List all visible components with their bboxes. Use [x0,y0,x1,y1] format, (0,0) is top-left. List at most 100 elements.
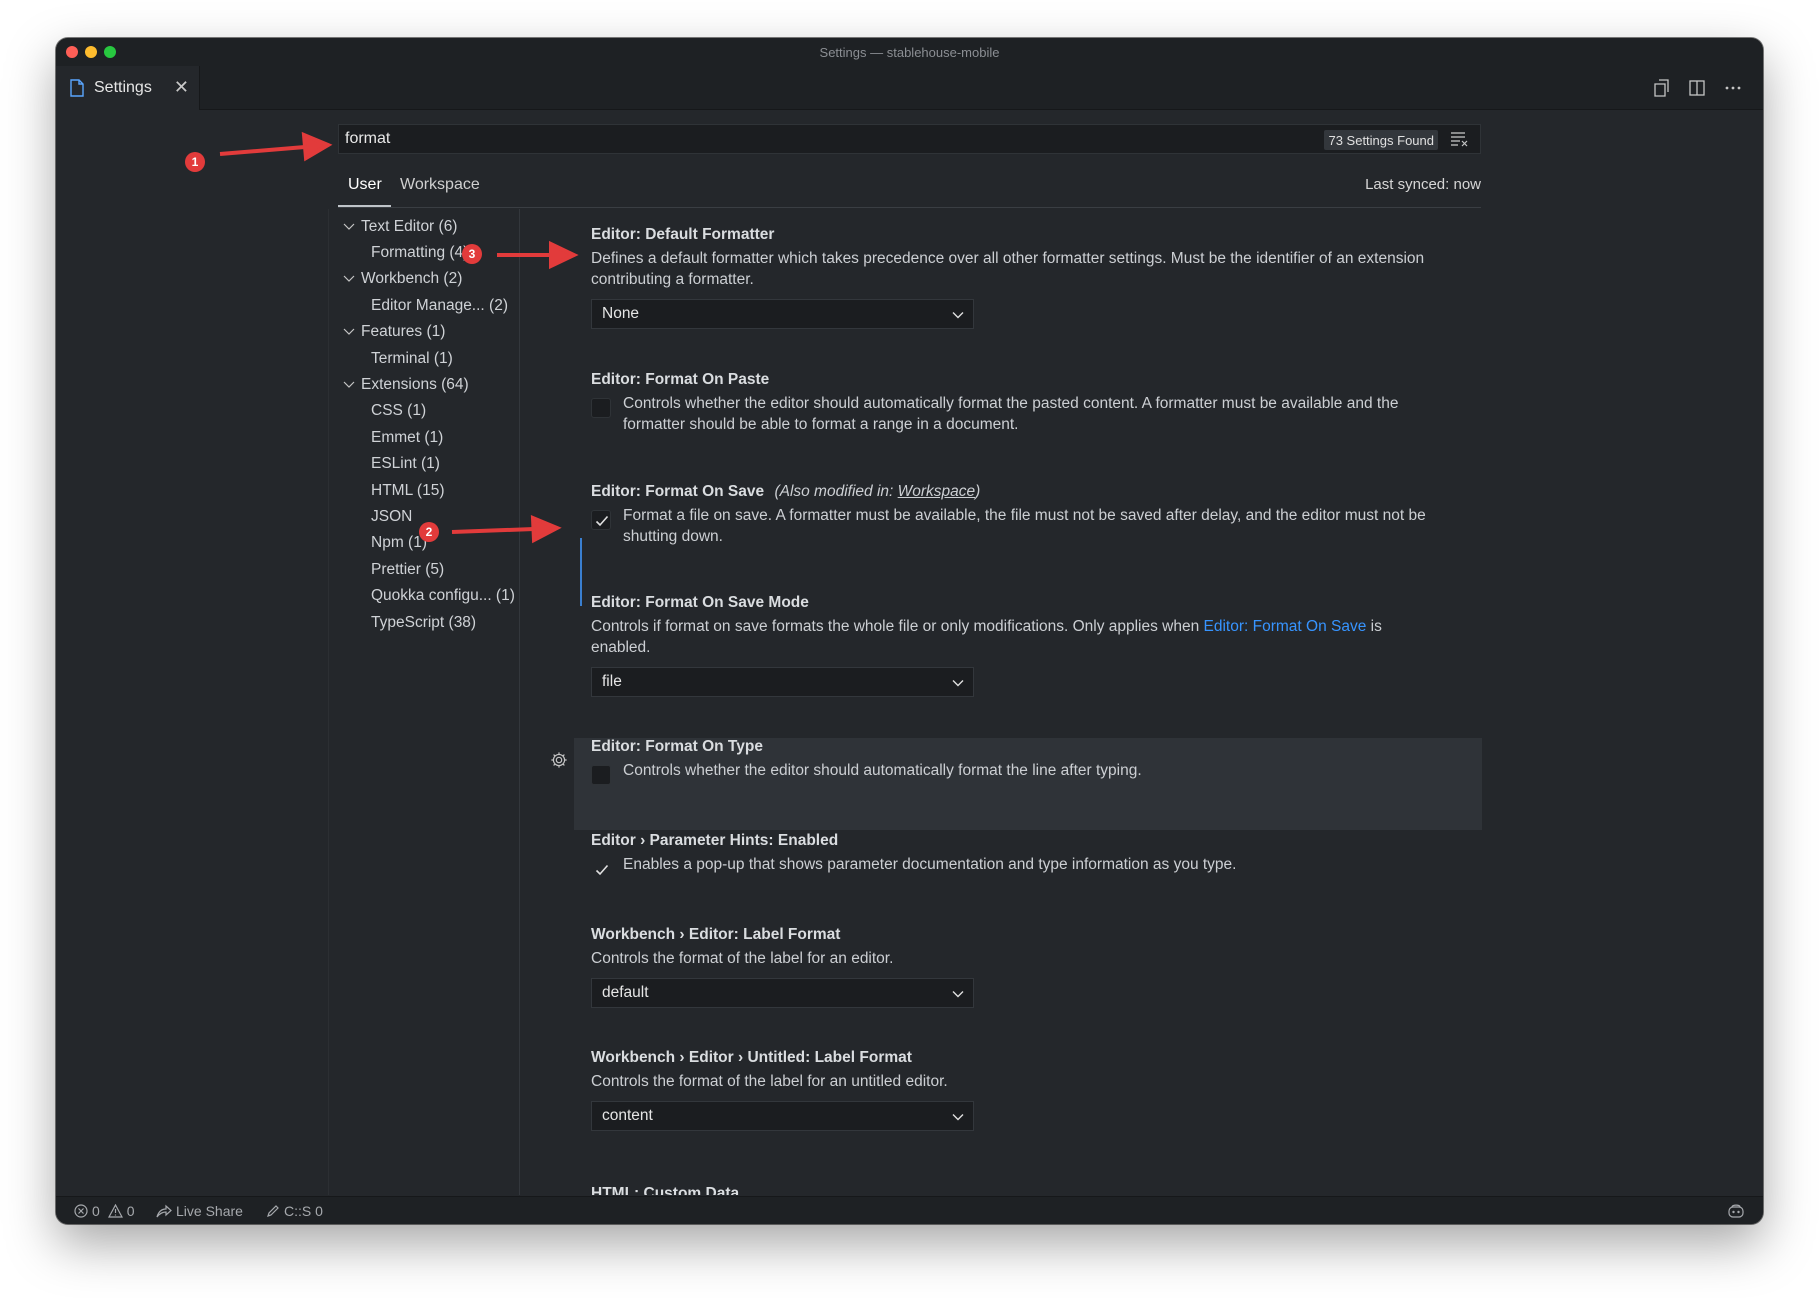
setting-format-on-save: Editor: Format On Save (Also modified in… [574,483,1482,547]
toc-item[interactable]: Extensions (64) [343,376,469,394]
toc-item[interactable]: JSON [371,508,412,526]
setting-description: Defines a default formatter which takes … [591,250,1425,288]
sync-status: Last synced: now [1365,176,1481,193]
chevron-down-icon [952,991,964,998]
toc-item[interactable]: Npm (1) [371,534,427,552]
chevron-down-icon [952,1114,964,1121]
toc-item[interactable]: Features (1) [343,323,445,341]
setting-title: Editor: Format On Save Mode [591,594,809,611]
gear-icon[interactable] [550,751,568,769]
setting-format-on-save-mode: Editor: Format On Save Mode Controls if … [574,594,1482,697]
window-title: Settings — stablehouse-mobile [819,44,1000,60]
annotation-badge-3: 3 [462,244,482,264]
setting-title: HTML: Custom Data [591,1185,740,1195]
tab-workspace[interactable]: Workspace [400,176,480,194]
toc-item[interactable]: CSS (1) [371,402,426,420]
format-on-save-link[interactable]: Editor: Format On Save [1204,618,1367,635]
live-share-icon [156,1204,172,1218]
workspace-link[interactable]: Workspace [898,483,976,500]
setting-title: Editor: Default Formatter [591,226,775,243]
setting-title: Editor: Format On Type [591,738,763,755]
toc-item[interactable]: Terminal (1) [371,350,453,368]
setting-label-format: Workbench › Editor: Label Format Control… [574,926,1482,1008]
open-settings-json-icon[interactable] [1651,78,1671,98]
settings-editor: 73 Settings Found User Workspace Last sy… [56,111,1763,1195]
parameter-hints-checkbox[interactable] [591,859,611,879]
chevron-down-icon [343,223,355,230]
active-tab-indicator [338,205,391,207]
tab-settings[interactable]: Settings ✕ [56,66,200,110]
annotation-badge-1: 1 [185,152,205,172]
close-window-button[interactable] [66,46,78,58]
toc-item[interactable]: ESLint (1) [371,455,440,473]
search-input[interactable] [339,125,1480,153]
zoom-window-button[interactable] [104,46,116,58]
label-format-select[interactable]: default [591,978,974,1008]
split-editor-icon[interactable] [1687,78,1707,98]
setting-description: Controls the format of the label for an … [591,950,894,967]
toc-item[interactable]: Prettier (5) [371,561,444,579]
annotation-badge-2: 2 [419,522,439,542]
format-on-paste-checkbox[interactable] [591,398,611,418]
window-controls [66,46,116,58]
setting-format-on-type: Editor: Format On Type Controls whether … [574,738,1482,785]
error-icon [74,1204,88,1218]
live-share-status[interactable]: Live Share [156,1203,243,1219]
more-actions-icon[interactable] [1723,78,1743,98]
check-icon [595,515,609,527]
setting-format-on-paste: Editor: Format On Paste Controls whether… [574,371,1482,435]
setting-description: Controls if format on save formats the w… [591,618,1382,656]
status-bar: 0 0 Live Share C::S 0 [56,1196,1763,1224]
setting-description: Controls whether the editor should autom… [623,395,1399,433]
problems-status[interactable]: 0 0 [74,1203,135,1219]
format-on-save-mode-select[interactable]: file [591,667,974,697]
minimize-window-button[interactable] [85,46,97,58]
setting-title: Editor: Format On Save (Also modified in… [591,483,981,500]
setting-description: Format a file on save. A formatter must … [623,507,1426,545]
setting-description: Controls whether the editor should autom… [623,762,1142,779]
setting-default-formatter: Editor: Default Formatter Defines a defa… [574,226,1482,329]
toc-item[interactable]: TypeScript (38) [371,614,476,632]
close-icon[interactable]: ✕ [174,78,189,96]
toc-item[interactable]: HTML (15) [371,482,445,500]
setting-title: Editor › Parameter Hints: Enabled [591,832,839,849]
default-formatter-select[interactable]: None [591,299,974,329]
toc-item[interactable]: Formatting (4) [371,244,468,262]
pencil-icon [267,1205,279,1217]
chevron-down-icon [952,680,964,687]
scope-tabs: User Workspace Last synced: now [338,166,1481,208]
warning-icon [107,1204,123,1218]
clear-filter-icon[interactable] [1450,131,1468,147]
setting-parameter-hints: Editor › Parameter Hints: Enabled Enable… [574,832,1482,876]
tab-user[interactable]: User [348,176,382,194]
setting-title: Workbench › Editor: Label Format [591,926,841,943]
tab-label: Settings [94,79,152,96]
chevron-down-icon [952,312,964,319]
toc-item[interactable]: Workbench (2) [343,270,462,288]
file-icon [70,79,84,97]
toc-item[interactable]: Quokka configu... (1) [371,587,515,605]
setting-title: Workbench › Editor › Untitled: Label For… [591,1049,912,1066]
title-bar: Settings — stablehouse-mobile [56,38,1763,66]
toc-item[interactable]: Editor Manage... (2) [371,297,508,315]
settings-list: Editor: Default Formatter Defines a defa… [574,209,1482,1195]
format-on-save-checkbox[interactable] [591,510,611,530]
setting-title: Editor: Format On Paste [591,371,770,388]
modified-note: (Also modified in: Workspace) [774,483,981,500]
setting-html-custom-data: HTML: Custom Data [574,1185,1482,1195]
copilot-icon[interactable] [1727,1203,1745,1219]
settings-toc: Text Editor (6) Formatting (4) Workbench… [328,209,520,1195]
setting-description: Enables a pop-up that shows parameter do… [623,856,1237,873]
toc-item[interactable]: Emmet (1) [371,429,443,447]
toc-item[interactable]: Text Editor (6) [343,218,457,236]
check-icon [595,864,609,876]
setting-untitled-label-format: Workbench › Editor › Untitled: Label For… [574,1049,1482,1131]
untitled-label-format-select[interactable]: content [591,1101,974,1131]
cs-status[interactable]: C::S 0 [266,1203,323,1219]
editor-actions [1651,78,1743,98]
results-count-badge: 73 Settings Found [1324,130,1438,150]
format-on-type-checkbox[interactable] [591,765,611,785]
settings-search: 73 Settings Found [338,124,1481,154]
chevron-down-icon [343,275,355,282]
chevron-down-icon [343,328,355,335]
